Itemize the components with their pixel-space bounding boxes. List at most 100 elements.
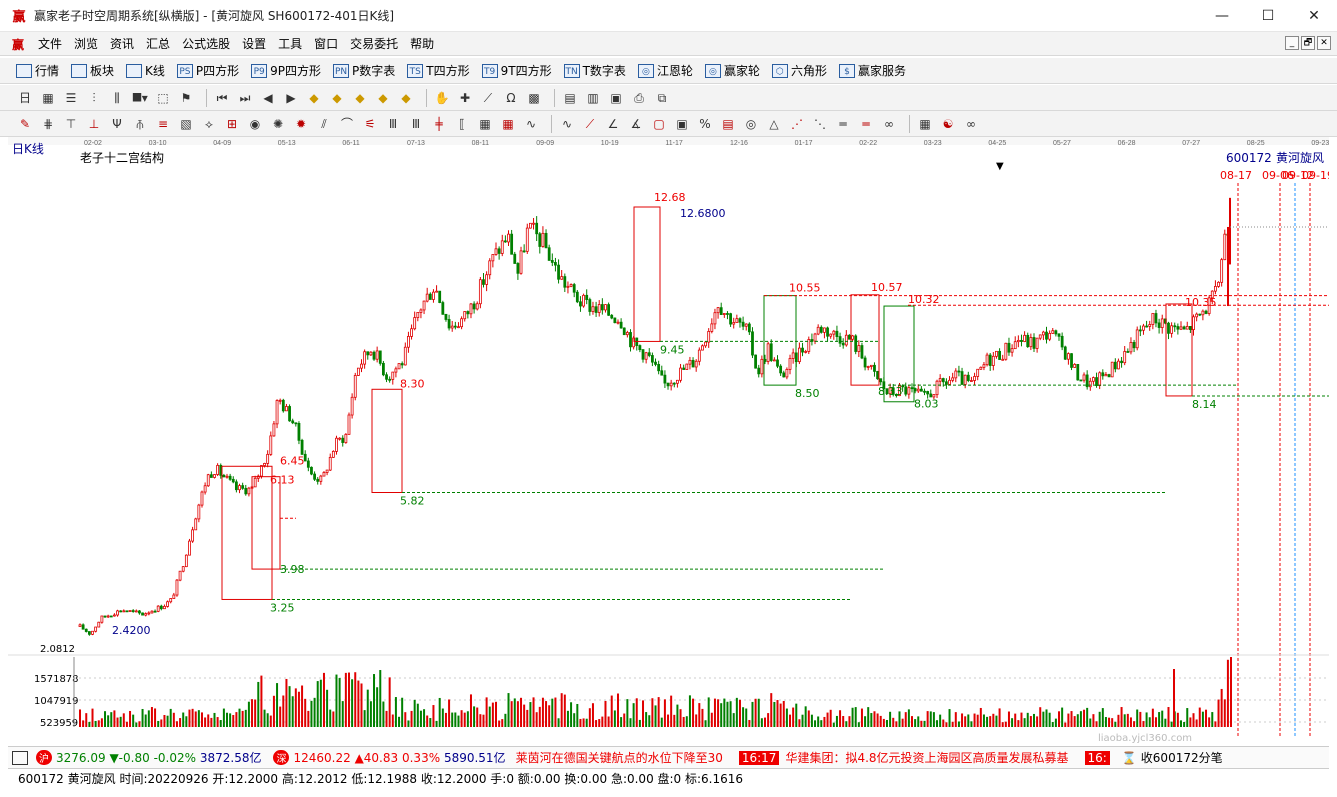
tick-data-label[interactable]: 收600172分笔	[1141, 749, 1223, 766]
diamond5-icon[interactable]: ◆	[397, 89, 415, 107]
menu-item-8[interactable]: 交易委托	[344, 35, 404, 52]
menu-item-1[interactable]: 浏览	[68, 35, 104, 52]
last-icon[interactable]: ⏭	[236, 89, 254, 107]
toolbar-button-6[interactable]: TS T四方形	[407, 62, 470, 79]
angle2-icon[interactable]: ∡	[627, 115, 645, 133]
right-arrow-icon[interactable]: ▶	[282, 89, 300, 107]
box2-icon[interactable]: ▣	[673, 115, 691, 133]
toolbar-button-9[interactable]: ◎ 江恩轮	[637, 62, 693, 79]
fan2-icon[interactable]: ⋰	[788, 115, 806, 133]
pen-icon[interactable]: ✎	[16, 115, 34, 133]
menu-item-2[interactable]: 资讯	[104, 35, 140, 52]
maximize-button[interactable]: ☐	[1245, 0, 1291, 32]
bracket-icon[interactable]: ⟦	[453, 115, 471, 133]
percent-icon[interactable]: %	[696, 115, 714, 133]
hline2-icon[interactable]: ═	[857, 115, 875, 133]
export-icon[interactable]: ⧉	[653, 89, 671, 107]
channel-icon[interactable]: ⫽	[315, 115, 333, 133]
menu-item-6[interactable]: 工具	[272, 35, 308, 52]
draw-line-icon[interactable]: ⟋	[479, 89, 497, 107]
bars-icon[interactable]: Ⅲ	[384, 115, 402, 133]
toolbar-button-12[interactable]: $ 赢家服务	[838, 62, 906, 79]
kline-chart[interactable]: 02-02 03-10 04-09 05-13 06-11 07-13 08-11 09-09…	[8, 137, 1334, 744]
fork-icon[interactable]: Ψ	[108, 115, 126, 133]
indicator-icon[interactable]: ⫶	[85, 89, 103, 107]
wave2-icon[interactable]: ∿	[558, 115, 576, 133]
mdi-restore-button[interactable]: 🗗	[1301, 36, 1315, 50]
fork2-icon[interactable]: ⫚	[131, 115, 149, 133]
gann-box-icon[interactable]: ▧	[177, 115, 195, 133]
menu-item-0[interactable]: 文件	[32, 35, 68, 52]
save-icon[interactable]: ▣	[607, 89, 625, 107]
box-icon[interactable]: ▢	[650, 115, 668, 133]
diamond4-icon[interactable]: ◆	[374, 89, 392, 107]
flag-icon[interactable]: ⚑	[177, 89, 195, 107]
toolbar-button-11[interactable]: ⬡ 六角形	[771, 62, 827, 79]
box3-icon[interactable]: ▤	[719, 115, 737, 133]
hash-icon[interactable]: ⋕	[39, 115, 57, 133]
wheel-icon[interactable]: ✺	[269, 115, 287, 133]
cycle-icon[interactable]: ∞	[880, 115, 898, 133]
hline-icon[interactable]: ═	[834, 115, 852, 133]
toolbar-button-3[interactable]: PS P四方形	[176, 62, 239, 79]
toolbar-button-5[interactable]: PN P数字表	[333, 62, 395, 79]
circle2-icon[interactable]: ◎	[742, 115, 760, 133]
wave-icon[interactable]: ∿	[522, 115, 540, 133]
diamond2-icon[interactable]: ◆	[328, 89, 346, 107]
chart-svg[interactable]: 02-02 03-10 04-09 05-13 06-11 07-13 08-11 09-09…	[8, 137, 1334, 744]
left-arrow-icon[interactable]: ◀	[259, 89, 277, 107]
grid-icon[interactable]	[12, 750, 28, 765]
news-ticker-2[interactable]: 华建集团：拟4.8亿元投资上海园区高质量发展私募基	[785, 749, 1068, 766]
toolbar-button-7[interactable]: T9 9T四方形	[481, 62, 552, 79]
minimize-button[interactable]: —	[1199, 0, 1245, 32]
arc-icon[interactable]: ⌒	[338, 115, 356, 133]
toolbar-button-8[interactable]: TN T数字表	[563, 62, 626, 79]
mdi-close-button[interactable]: ✕	[1317, 36, 1331, 50]
calendar-icon[interactable]: ▤	[561, 89, 579, 107]
percent-lines-icon[interactable]: ≡	[154, 115, 172, 133]
menu-item-7[interactable]: 窗口	[308, 35, 344, 52]
web-icon[interactable]: ✹	[292, 115, 310, 133]
diamond1-icon[interactable]: ◆	[305, 89, 323, 107]
crosshair-icon[interactable]: ✚	[456, 89, 474, 107]
sq-grid-icon[interactable]: ▦	[476, 115, 494, 133]
table-icon[interactable]: ▦	[916, 115, 934, 133]
period-select-icon[interactable]: 日▾	[16, 89, 34, 123]
list-icon[interactable]: ☰	[62, 89, 80, 107]
triangle-icon[interactable]: △	[765, 115, 783, 133]
menu-item-3[interactable]: 汇总	[140, 35, 176, 52]
menu-item-5[interactable]: 设置	[236, 35, 272, 52]
grid-lines-icon[interactable]: ⊞	[223, 115, 241, 133]
candles-icon[interactable]: ⫼	[108, 89, 126, 107]
first-icon[interactable]: ⏮	[213, 89, 231, 107]
toolbar-button-1[interactable]: 板块	[71, 62, 114, 79]
candle-type-icon[interactable]: ⯀▾	[131, 89, 149, 107]
yin-yang-icon[interactable]: ☯	[939, 115, 957, 133]
grid-icon[interactable]: ▩	[525, 89, 543, 107]
magnet-icon[interactable]: Ω	[502, 89, 520, 107]
ruler2-icon[interactable]: ⊥	[85, 115, 103, 133]
layout-icon[interactable]: ▦	[39, 89, 57, 107]
news-ticker-1[interactable]: 莱茵河在德国关键航点的水位下降至30	[516, 749, 723, 766]
infinity-icon[interactable]: ∞	[962, 115, 980, 133]
select-icon[interactable]: ⬚	[154, 89, 172, 107]
sq-grid2-icon[interactable]: ▦	[499, 115, 517, 133]
menu-item-4[interactable]: 公式选股	[176, 35, 236, 52]
diagonal-icon[interactable]: ⟋	[581, 115, 599, 133]
toolbar-button-0[interactable]: 行情	[16, 62, 59, 79]
bars2-icon[interactable]: Ⅲ	[407, 115, 425, 133]
calculator-icon[interactable]: ▥	[584, 89, 602, 107]
ruler-icon[interactable]: ⊤	[62, 115, 80, 133]
fib-icon[interactable]: ⚟	[361, 115, 379, 133]
toolbar-button-10[interactable]: ◎ 赢家轮	[704, 62, 760, 79]
toolbar-button-2[interactable]: K线	[126, 62, 165, 79]
hand-icon[interactable]: ✋	[433, 89, 451, 107]
diamond3-icon[interactable]: ◆	[351, 89, 369, 107]
close-button[interactable]: ✕	[1291, 0, 1337, 32]
fan3-icon[interactable]: ⋱	[811, 115, 829, 133]
toolbar-button-4[interactable]: P9 9P四方形	[251, 62, 321, 79]
angle-icon[interactable]: ∠	[604, 115, 622, 133]
mdi-minimize-button[interactable]: _	[1285, 36, 1299, 50]
print-icon[interactable]: ⎙	[630, 89, 648, 107]
menu-item-9[interactable]: 帮助	[404, 35, 440, 52]
